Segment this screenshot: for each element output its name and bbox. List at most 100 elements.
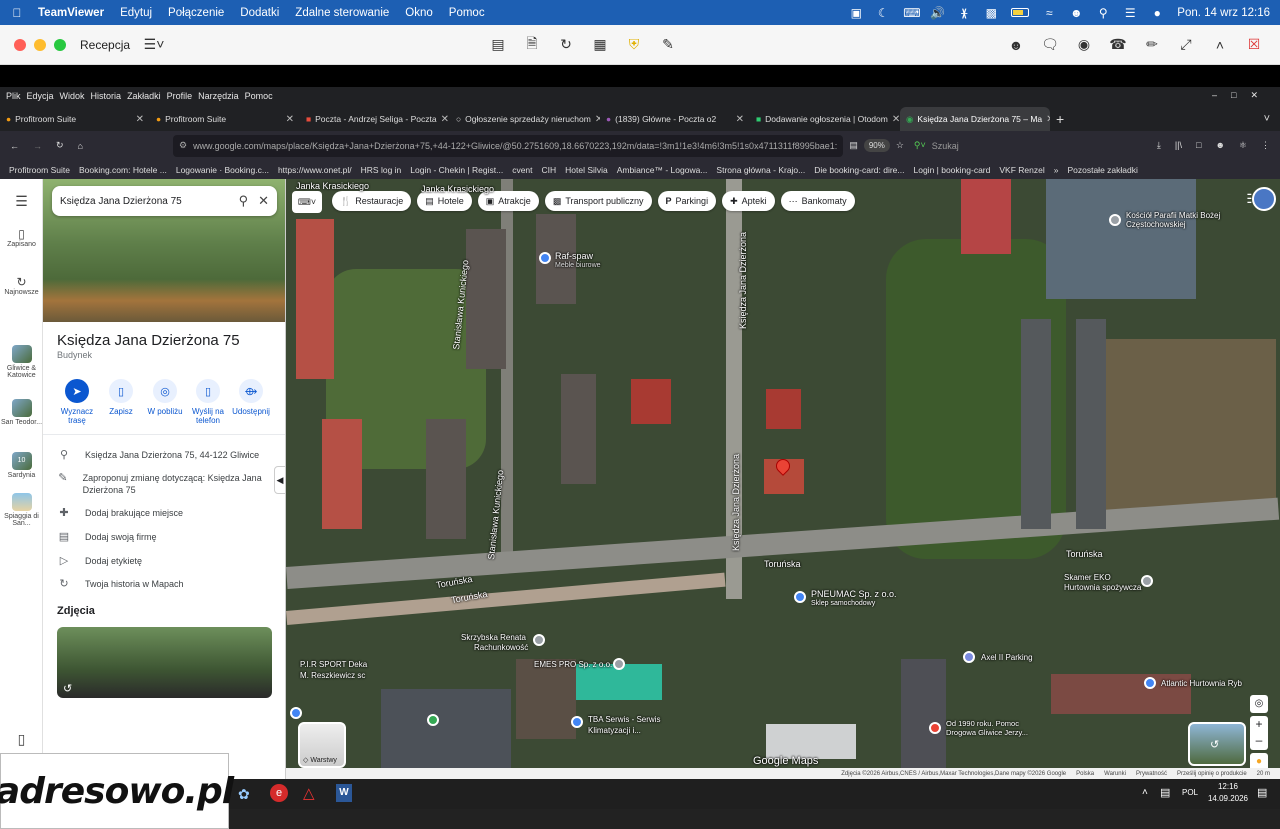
directions-button[interactable]: ➤ Wyznacz trasę <box>55 379 99 425</box>
menu-app-name[interactable]: TeamViewer <box>38 7 104 19</box>
zoom-window-button[interactable] <box>54 38 66 51</box>
search-field[interactable]: Szukaj <box>932 141 1012 151</box>
poi-label[interactable]: Raf-spaw <box>555 251 593 261</box>
permissions-icon[interactable]: ⚙ <box>179 140 187 151</box>
bookmark-item[interactable]: Logowanie · Booking.c... <box>176 165 269 175</box>
files-icon[interactable]: 🗎 <box>520 33 544 57</box>
sidebar-icon[interactable]: □ <box>1196 140 1201 151</box>
footer-link[interactable]: Polska <box>1076 771 1094 777</box>
chip-hotels[interactable]: ▤ Hotele <box>417 191 472 211</box>
phone-app-icon[interactable]: ▯ <box>0 731 43 748</box>
poi-label[interactable]: Kościół Parafii Matki Bożej Częstochowsk… <box>1126 211 1226 229</box>
recent-place-4[interactable]: Spiaggia di San... <box>0 493 43 527</box>
poi-label[interactable]: PNEUMAC Sp. z o.o. <box>811 589 897 599</box>
service-pin-icon[interactable] <box>571 716 583 728</box>
zoom-in-button[interactable]: + <box>1250 716 1268 732</box>
menu-edit[interactable]: Edytuj <box>120 7 152 19</box>
app-icon-triangle[interactable]: △ <box>303 784 315 802</box>
tab-ogloszenie[interactable]: ○ Ogłoszenie sprzedaży nieruchom ✕ <box>450 107 600 131</box>
bookmark-item[interactable]: Booking.com: Hotele ... <box>79 165 167 175</box>
add-missing-place-row[interactable]: ✚ Dodaj brakujące miejsce <box>57 507 277 519</box>
window-controls-icon[interactable]: –□✕ <box>1212 90 1272 101</box>
menu-icon[interactable]: ☰˅ <box>142 33 166 57</box>
my-location-icon[interactable]: ◎ <box>1250 695 1268 713</box>
tab-profitroom-1[interactable]: ● Profitroom Suite ✕ <box>0 107 150 131</box>
ff-menu-tools[interactable]: Narzędzia <box>198 91 239 101</box>
poi-label[interactable]: Od 1990 roku. Pomoc Drogowa Gliwice Jerz… <box>946 719 1046 737</box>
chip-transit[interactable]: ▩ Transport publiczny <box>544 191 652 211</box>
other-bookmarks[interactable]: Pozostałe zakładki <box>1067 165 1137 175</box>
video-icon[interactable]: ◉ <box>1072 33 1096 57</box>
parking-pin-icon[interactable] <box>963 651 975 663</box>
ff-menu-bookmarks[interactable]: Zakładki <box>127 91 161 101</box>
downloads-icon[interactable]: ⤓ <box>1157 140 1161 151</box>
bookmark-item[interactable]: Strona główna - Krajo... <box>716 165 805 175</box>
ff-menu-file[interactable]: Plik <box>6 91 21 101</box>
poi-label[interactable]: TBA Serwis - Serwis <box>588 715 660 724</box>
menu-window[interactable]: Okno <box>405 7 433 19</box>
shield-icon[interactable]: ⛨ <box>622 33 646 57</box>
overflow-menu-icon[interactable]: ⋮ <box>1261 140 1270 151</box>
new-tab-button[interactable]: + <box>1050 107 1080 131</box>
reload-icon[interactable]: ↻ <box>56 140 64 151</box>
display-icon[interactable]: ▩ <box>984 6 998 20</box>
search-icon[interactable]: ⚲ <box>1096 6 1110 20</box>
account-icon[interactable]: ☻ <box>1215 140 1224 151</box>
chip-atms[interactable]: ⋯ Bankomaty <box>780 191 855 211</box>
ff-menu-help[interactable]: Pomoc <box>245 91 273 101</box>
office-pin-icon[interactable] <box>613 658 625 670</box>
church-pin-icon[interactable] <box>1109 214 1121 226</box>
forward-icon[interactable]: → <box>33 141 42 151</box>
hamburger-icon[interactable]: ☰ <box>0 193 43 210</box>
place-photo[interactable]: ↺ <box>57 627 272 698</box>
nearby-button[interactable]: ◎ W pobliżu <box>143 379 187 416</box>
tab-o2[interactable]: ● (1839) Główne - Poczta o2 ✕ <box>600 107 750 131</box>
tab-list-icon[interactable]: ˅ <box>1264 107 1270 131</box>
share-button[interactable]: ⟴ Udostępnij <box>229 379 273 416</box>
footer-link[interactable]: Warunki <box>1104 771 1126 777</box>
volume-icon[interactable]: 🔊 <box>930 6 945 20</box>
bookmark-item[interactable]: Login - Chekin | Regist... <box>410 165 503 175</box>
suggest-edit-row[interactable]: ✎ Zaproponuj zmianę dotyczącą: Księdza Ja… <box>57 472 277 496</box>
keyboard-shortcuts-button[interactable]: ⌨˅ <box>292 191 322 213</box>
whiteboard-icon[interactable]: ✏ <box>1140 33 1164 57</box>
siri-icon[interactable]: ● <box>1150 6 1164 20</box>
fullscreen-icon[interactable]: ⤢ <box>1174 33 1198 57</box>
address-row[interactable]: ⚲ Księdza Jana Dzierżona 75, 44-122 Gliwi… <box>57 449 277 461</box>
recent-place-1[interactable]: Gliwice & Katowice <box>0 345 43 379</box>
add-business-row[interactable]: ▤ Dodaj swoją firmę <box>57 531 277 543</box>
end-session-icon[interactable]: ☒ <box>1242 33 1266 57</box>
poi-label[interactable]: Axel II Parking <box>981 653 1033 662</box>
search-engine-icon[interactable]: ⚲˅ <box>914 140 926 151</box>
close-tab-icon[interactable]: ✕ <box>286 114 294 125</box>
search-input[interactable]: Księdza Jana Dzierżona 75 <box>60 196 182 207</box>
menu-extras[interactable]: Dodatki <box>240 7 279 19</box>
menu-connection[interactable]: Połączenie <box>168 7 224 19</box>
reader-icon[interactable]: ▤ <box>849 140 858 151</box>
url-text[interactable]: www.google.com/maps/place/Księdza+Jana+D… <box>193 141 837 151</box>
street-view-preview[interactable]: ↺ <box>1188 722 1246 766</box>
minimize-window-button[interactable] <box>34 38 46 51</box>
chip-restaurants[interactable]: 🍴 Restauracje <box>332 191 412 211</box>
app-icon-e[interactable]: e <box>270 784 288 802</box>
user-icon[interactable]: ☻ <box>1069 6 1083 20</box>
poi-label[interactable]: EMES PRO Sp. z o.o. <box>534 660 612 669</box>
shortcut-icon[interactable]: ▦ <box>588 33 612 57</box>
poi-label[interactable]: Skrzybska Renata <box>461 633 526 642</box>
bookmark-item[interactable]: CIH <box>542 165 557 175</box>
bluetooth-icon[interactable]: ᚕ <box>957 6 971 20</box>
refresh-icon[interactable]: ↻ <box>554 33 578 57</box>
phone-icon[interactable]: ☎ <box>1106 33 1130 57</box>
word-icon[interactable]: W <box>336 784 352 802</box>
chevron-up-icon[interactable]: ˄ <box>1208 33 1232 57</box>
recent-place-2[interactable]: San Teodor... <box>0 399 43 426</box>
control-center-icon[interactable]: ☰ <box>1123 6 1137 20</box>
park-pin-icon[interactable] <box>427 714 439 726</box>
zoom-out-button[interactable]: – <box>1250 732 1268 748</box>
url-bar[interactable]: ⚙ www.google.com/maps/place/Księdza+Jana… <box>172 134 844 157</box>
poi-label[interactable]: Atlantic Hurtownia Ryb <box>1161 679 1242 688</box>
add-label-row[interactable]: ▷ Dodaj etykietę <box>57 555 277 567</box>
shop-pin-icon[interactable] <box>290 707 302 719</box>
close-icon[interactable]: ✕ <box>258 193 269 209</box>
ff-menu-history[interactable]: Historia <box>91 91 122 101</box>
